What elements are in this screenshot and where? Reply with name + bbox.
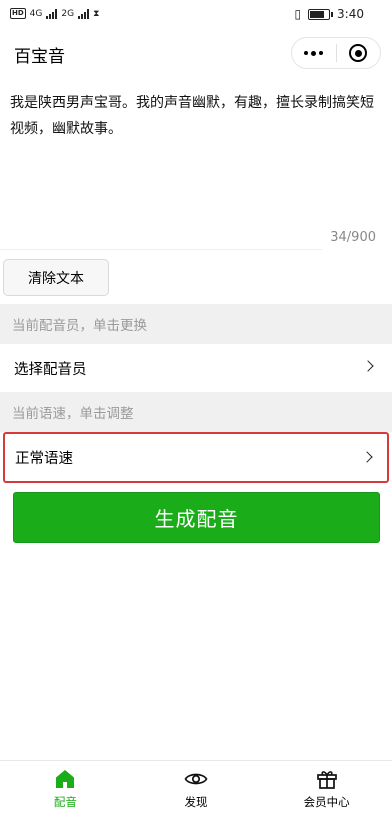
signal-icon <box>46 8 58 19</box>
select-voice-cell[interactable]: 选择配音员 <box>0 344 392 392</box>
hd-badge: HD <box>10 8 26 19</box>
signal-icon <box>78 8 90 19</box>
character-counter: 34/900 <box>330 230 376 245</box>
gift-icon <box>316 771 337 789</box>
battery-icon <box>308 8 334 20</box>
close-target-icon[interactable] <box>336 38 380 68</box>
voice-cell-label: 选择配音员 <box>14 361 87 378</box>
text-input-area[interactable]: 我是陕西男声宝哥。我的声音幽默，有趣，擅长录制搞笑短视频，幽默故事。 <box>10 90 380 142</box>
text-divider <box>0 249 322 250</box>
chevron-right-icon <box>361 451 373 463</box>
home-icon <box>56 770 75 788</box>
status-right: ▯ 3:40 <box>294 7 364 21</box>
tab-member-center[interactable]: 会员中心 <box>261 761 392 814</box>
generate-dubbing-button[interactable]: 生成配音 <box>13 492 380 543</box>
tab-label: 发现 <box>184 795 208 809</box>
status-bar: HD 4G 2G ⧗ ▯ 3:40 <box>0 0 392 30</box>
network-type-2: 2G <box>61 8 75 19</box>
network-type-1: 4G <box>29 8 43 19</box>
tab-label: 配音 <box>53 795 77 809</box>
app-title: 百宝音 <box>14 47 65 67</box>
more-dots-icon[interactable] <box>292 38 336 68</box>
clock: 3:40 <box>337 7 364 21</box>
tab-dubbing[interactable]: 配音 <box>0 761 131 814</box>
vibrate-icon: ▯ <box>294 7 302 21</box>
eye-icon <box>184 773 208 785</box>
clear-text-button[interactable]: 清除文本 <box>3 259 109 296</box>
tab-discover[interactable]: 发现 <box>131 761 262 814</box>
speed-cell-label: 正常语速 <box>15 451 73 467</box>
voice-section-header: 当前配音员，单击更换 <box>0 304 392 344</box>
capsule-menu <box>291 37 381 69</box>
tab-label: 会员中心 <box>303 795 350 809</box>
speed-cell[interactable]: 正常语速 <box>3 432 389 483</box>
network-indicators: HD 4G 2G ⧗ <box>10 8 99 19</box>
hourglass-icon: ⧗ <box>93 8 100 19</box>
speed-section-header: 当前语速，单击调整 <box>0 392 392 432</box>
nav-bar: 百宝音 <box>0 30 392 76</box>
tab-bar: 配音 发现 会员中心 <box>0 760 392 814</box>
chevron-right-icon <box>362 360 374 372</box>
